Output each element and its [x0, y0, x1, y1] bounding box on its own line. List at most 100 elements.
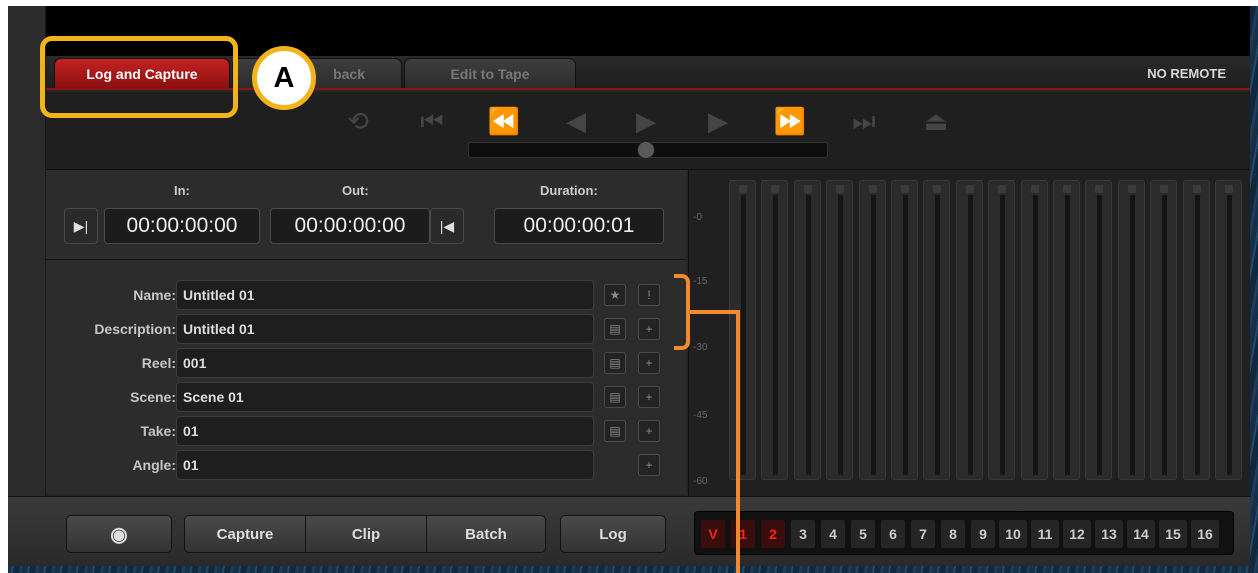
meter-channel-4 [826, 180, 854, 480]
description-input[interactable]: Untitled 01 [176, 314, 594, 344]
scene-input[interactable]: Scene 01 [176, 382, 594, 412]
shuttle-slider[interactable] [468, 141, 828, 159]
meter-scale-label: -30 [693, 342, 708, 353]
channel-4[interactable]: 4 [821, 520, 845, 548]
fast-forward-icon[interactable]: ⏩ [768, 106, 812, 136]
shuttle-knob[interactable] [637, 141, 655, 159]
field-row-description: Description: Untitled 01 ▤ + [46, 314, 686, 344]
field-label: Scene: [130, 389, 176, 405]
duration-timecode: 00:00:00:01 [494, 208, 664, 244]
rewind-icon[interactable]: ⏪ [482, 106, 526, 136]
meter-channel-11 [1053, 180, 1080, 480]
field-label: Reel: [141, 355, 176, 371]
eject-icon[interactable]: ⏏ [914, 106, 958, 136]
field-row-name: Name: Untitled 01 ★ ! [46, 280, 686, 310]
clip-button[interactable]: Clip [305, 515, 427, 553]
channel-12[interactable]: 12 [1063, 520, 1091, 548]
annotation-bracket [674, 274, 690, 350]
meter-channel-13 [1117, 180, 1145, 480]
timecode-panel: In: Out: Duration: ▶| 00:00:00:00 00:00:… [46, 170, 686, 260]
step-forward-icon[interactable]: ▶ [696, 106, 740, 136]
meter-channel-6 [891, 180, 918, 480]
field-row-scene: Scene: Scene 01 ▤ + [46, 382, 686, 412]
camera-icon: ◉ [110, 523, 128, 546]
take-input[interactable]: 01 [176, 416, 594, 446]
field-row-take: Take: 01 ▤ + [46, 416, 686, 446]
channel-7[interactable]: 7 [911, 520, 935, 548]
channel-15[interactable]: 15 [1159, 520, 1187, 548]
in-timecode[interactable]: 00:00:00:00 [104, 208, 260, 244]
channel-16[interactable]: 16 [1191, 520, 1219, 548]
channel-6[interactable]: 6 [881, 520, 905, 548]
folder-icon[interactable]: ▤ [604, 318, 626, 340]
field-label: Description: [94, 321, 176, 337]
channel-2[interactable]: 2 [761, 520, 785, 548]
meter-channel-16 [1215, 180, 1242, 480]
go-to-start-icon[interactable]: ⏮ [410, 106, 454, 136]
channel-3[interactable]: 3 [791, 520, 815, 548]
meter-scale-label: -15 [693, 276, 708, 287]
remote-status: NO REMOTE [1147, 66, 1226, 81]
channel-selector: V 1 2 3 4 5 6 7 8 9 10 11 12 13 14 15 16 [694, 511, 1234, 555]
meter-scale-label: -45 [693, 410, 708, 421]
batch-button[interactable]: Batch [426, 515, 546, 553]
folder-icon[interactable]: ▤ [604, 352, 626, 374]
plus-icon[interactable]: + [638, 352, 660, 374]
loop-icon[interactable]: ⟲ [336, 106, 380, 136]
bottom-toolbar: ◉ Capture Clip Batch Log V 1 2 3 4 5 6 7… [8, 496, 1250, 566]
tab-edit-to-tape[interactable]: Edit to Tape [404, 58, 576, 88]
audio-meters: -0 -15 -30 -45 -60 [688, 170, 1250, 496]
folder-icon[interactable]: ▤ [604, 420, 626, 442]
out-timecode[interactable]: 00:00:00:00 [270, 208, 430, 244]
plus-icon[interactable]: + [638, 454, 660, 476]
channel-10[interactable]: 10 [999, 520, 1027, 548]
capture-button[interactable]: Capture [184, 515, 306, 553]
field-label: Name: [133, 287, 176, 303]
annotation-highlight-box [40, 36, 238, 118]
meter-channel-12 [1085, 180, 1113, 480]
go-to-out-icon[interactable]: |◀ [430, 208, 464, 244]
meter-scale-label: -60 [693, 476, 708, 487]
plus-icon[interactable]: + [638, 318, 660, 340]
meter-channel-5 [858, 180, 886, 480]
field-label: Take: [140, 423, 176, 439]
channel-11[interactable]: 11 [1031, 520, 1059, 548]
meter-channel-14 [1150, 180, 1178, 480]
annotation-marker: A [252, 46, 316, 110]
out-label: Out: [342, 183, 369, 198]
meter-channel-3 [793, 180, 821, 480]
channel-5[interactable]: 5 [851, 520, 875, 548]
field-row-reel: Reel: 001 ▤ + [46, 348, 686, 378]
meter-scale-label: -0 [693, 212, 702, 223]
go-to-end-icon[interactable]: ⏭ [842, 106, 886, 136]
channel-14[interactable]: 14 [1127, 520, 1155, 548]
in-label: In: [174, 183, 190, 198]
star-icon[interactable]: ★ [604, 284, 626, 306]
go-to-in-icon[interactable]: ▶| [64, 208, 98, 244]
plus-icon[interactable]: + [638, 386, 660, 408]
plus-icon[interactable]: + [638, 420, 660, 442]
clip-metadata-fields: Name: Untitled 01 ★ ! Description: Untit… [46, 260, 686, 494]
channel-1[interactable]: 1 [731, 520, 755, 548]
play-icon[interactable]: ▶ [624, 106, 668, 136]
exclamation-icon[interactable]: ! [638, 284, 660, 306]
duration-label: Duration: [540, 183, 598, 198]
meter-channel-7 [923, 180, 951, 480]
meter-channel-9 [988, 180, 1016, 480]
reel-input[interactable]: 001 [176, 348, 594, 378]
name-input[interactable]: Untitled 01 [176, 280, 594, 310]
meter-channel-10 [1020, 180, 1048, 480]
meter-channel-2 [761, 180, 789, 480]
channel-video[interactable]: V [701, 520, 725, 548]
step-back-icon[interactable]: ◀ [554, 106, 598, 136]
folder-icon[interactable]: ▤ [604, 386, 626, 408]
camera-button[interactable]: ◉ [66, 515, 172, 553]
meter-channel-1 [729, 180, 756, 480]
meter-channel-15 [1182, 180, 1210, 480]
log-button[interactable]: Log [560, 515, 666, 553]
channel-8[interactable]: 8 [941, 520, 965, 548]
channel-13[interactable]: 13 [1095, 520, 1123, 548]
annotation-connector [690, 310, 740, 314]
channel-9[interactable]: 9 [971, 520, 995, 548]
angle-input[interactable]: 01 [176, 450, 594, 480]
